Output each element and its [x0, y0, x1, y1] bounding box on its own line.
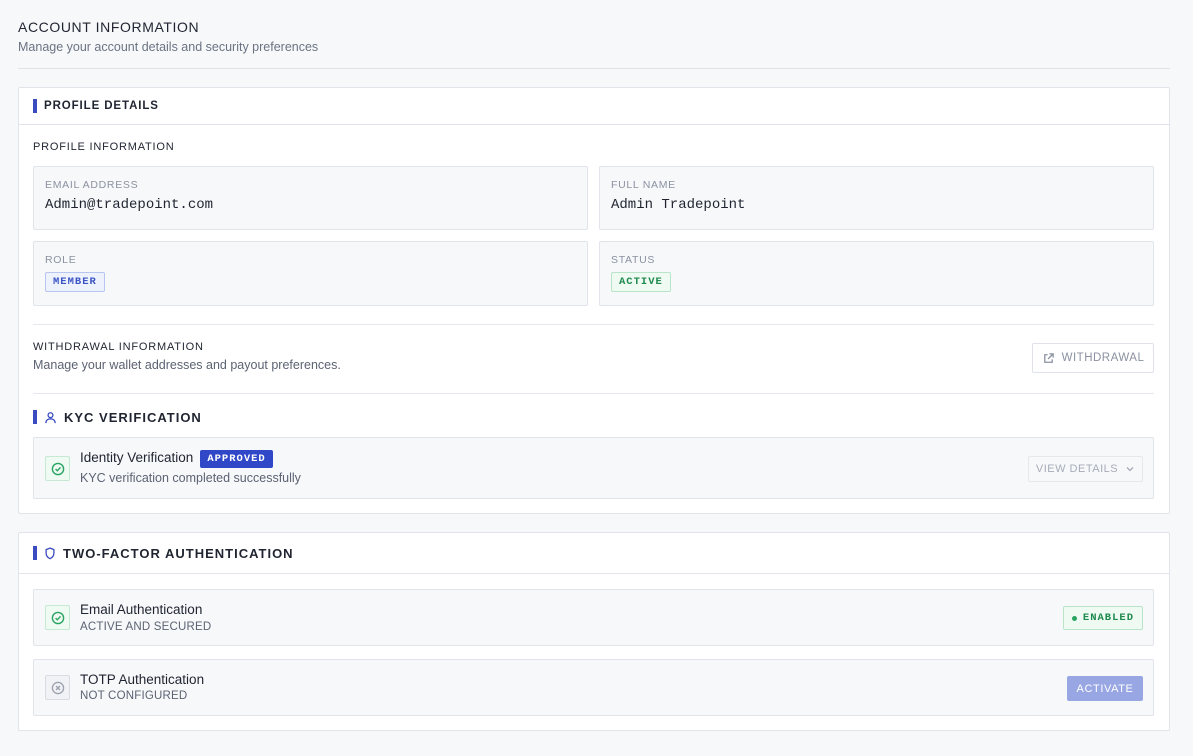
- identity-verification-title: Identity Verification APPROVED: [80, 450, 273, 468]
- status-field: STATUS ACTIVE: [599, 241, 1154, 306]
- identity-verification-label: Identity Verification: [80, 450, 194, 465]
- check-circle-icon: [45, 605, 70, 630]
- totp-authentication-row: TOTP Authentication NOT CONFIGURED ACTIV…: [33, 659, 1154, 716]
- page-header: ACCOUNT INFORMATION Manage your account …: [18, 19, 1170, 54]
- profile-card-title: PROFILE DETAILS: [44, 100, 159, 112]
- two-factor-card-header: TWO-FACTOR AUTHENTICATION: [19, 533, 1169, 574]
- check-circle-icon: [45, 456, 70, 481]
- profile-card-header: PROFILE DETAILS: [19, 88, 1169, 125]
- accent-bar: [33, 99, 37, 113]
- full-name-field: FULL NAME Admin Tradepoint: [599, 166, 1154, 230]
- email-value: Admin@tradepoint.com: [45, 197, 214, 213]
- kyc-header: KYC VERIFICATION: [33, 409, 202, 425]
- status-label: STATUS: [611, 254, 656, 266]
- approved-badge: APPROVED: [200, 450, 273, 468]
- role-field: ROLE MEMBER: [33, 241, 588, 306]
- two-factor-card: TWO-FACTOR AUTHENTICATION Email Authenti…: [18, 532, 1170, 731]
- page-title: ACCOUNT INFORMATION: [18, 19, 200, 35]
- accent-bar: [33, 410, 37, 424]
- email-field: EMAIL ADDRESS Admin@tradepoint.com: [33, 166, 588, 230]
- withdrawal-title: WITHDRAWAL INFORMATION: [33, 341, 204, 353]
- email-authentication-subtitle: ACTIVE AND SECURED: [80, 621, 212, 633]
- email-authentication-row: Email Authentication ACTIVE AND SECURED …: [33, 589, 1154, 646]
- header-divider: [18, 68, 1170, 69]
- withdrawal-button[interactable]: WITHDRAWAL: [1032, 343, 1154, 373]
- accent-bar: [33, 546, 37, 560]
- withdrawal-button-label: WITHDRAWAL: [1061, 352, 1145, 364]
- user-icon: [44, 411, 57, 424]
- full-name-value: Admin Tradepoint: [611, 197, 746, 213]
- email-label: EMAIL ADDRESS: [45, 179, 139, 191]
- view-details-label: VIEW DETAILS: [1035, 463, 1119, 475]
- view-details-button[interactable]: VIEW DETAILS: [1028, 456, 1143, 482]
- shield-icon: [44, 546, 56, 560]
- identity-verification-row: Identity Verification APPROVED KYC verifi…: [33, 437, 1154, 499]
- role-label: ROLE: [45, 254, 77, 266]
- two-factor-title: TWO-FACTOR AUTHENTICATION: [63, 545, 294, 561]
- external-link-icon: [1042, 352, 1055, 365]
- enabled-badge: ENABLED: [1062, 606, 1143, 630]
- totp-authentication-subtitle: NOT CONFIGURED: [80, 690, 188, 702]
- totp-authentication-title: TOTP Authentication: [80, 672, 205, 687]
- role-badge: MEMBER: [45, 272, 105, 292]
- page-subtitle: Manage your account details and security…: [18, 40, 319, 54]
- activate-button[interactable]: ACTIVATE: [1067, 676, 1143, 701]
- profile-information-label: PROFILE INFORMATION: [33, 141, 175, 153]
- enabled-label: ENABLED: [1082, 612, 1134, 624]
- section-divider: [33, 393, 1154, 394]
- full-name-label: FULL NAME: [611, 179, 676, 191]
- kyc-title: KYC VERIFICATION: [64, 409, 202, 425]
- status-badge: ACTIVE: [611, 272, 671, 292]
- chevron-down-icon: [1125, 464, 1135, 474]
- x-circle-icon: [45, 675, 70, 700]
- section-divider: [33, 324, 1154, 325]
- email-authentication-title: Email Authentication: [80, 602, 203, 617]
- withdrawal-description: Manage your wallet addresses and payout …: [33, 358, 341, 372]
- identity-verification-description: KYC verification completed successfully: [80, 471, 301, 485]
- status-dot: [1071, 615, 1077, 621]
- profile-details-card: PROFILE DETAILS PROFILE INFORMATION EMAI…: [18, 87, 1170, 514]
